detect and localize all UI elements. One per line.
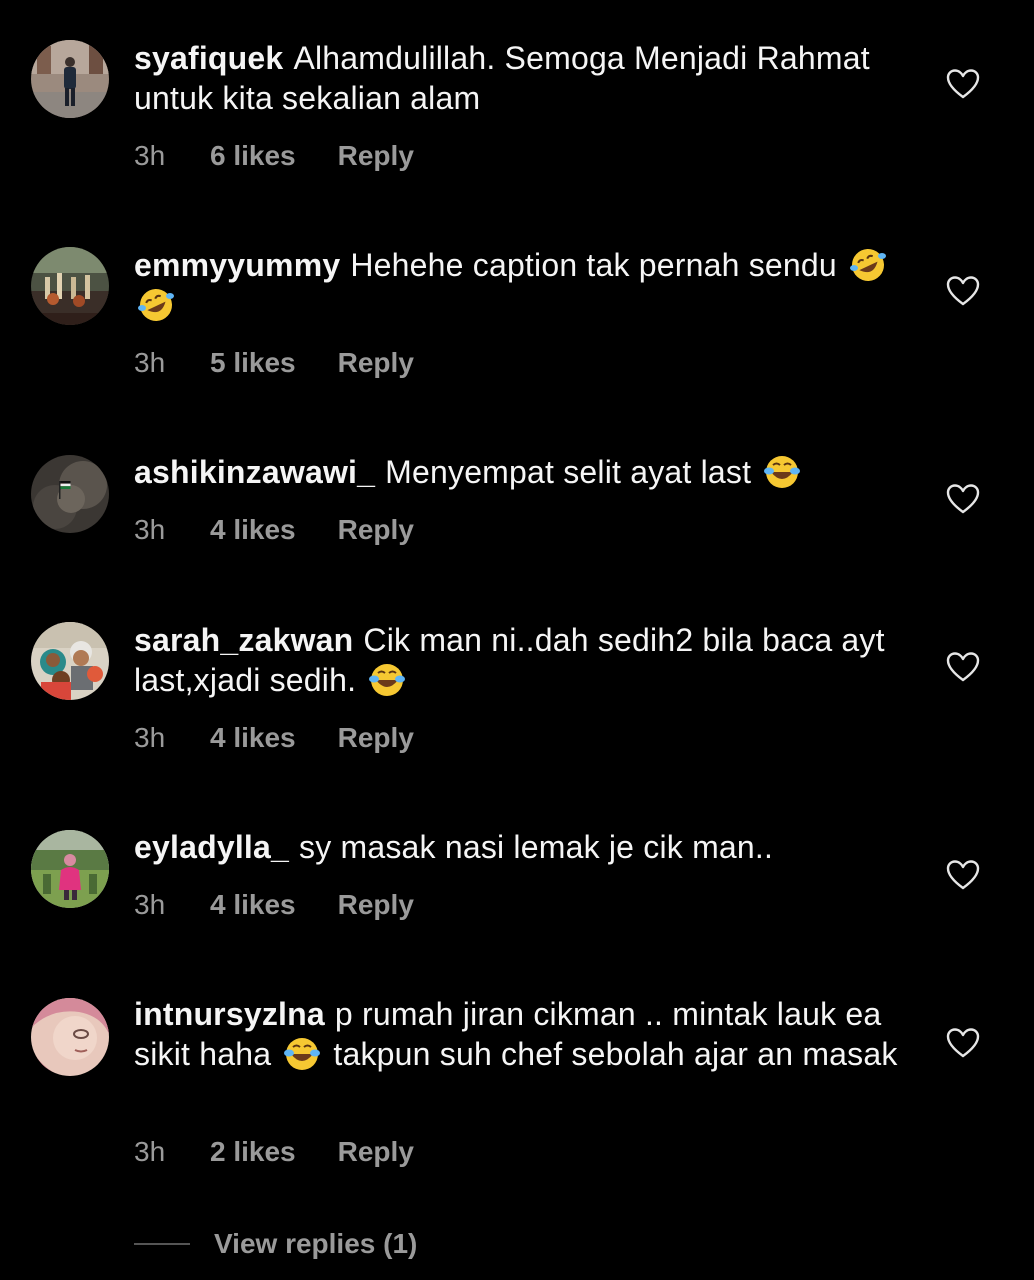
avatar[interactable] [31, 455, 109, 533]
comment-meta: 3h 6 likes Reply [134, 139, 414, 173]
view-replies-button[interactable]: View replies (1) [134, 1226, 417, 1262]
comment-text: sarah_zakwan Cik man ni..dah sedih2 bila … [134, 620, 904, 700]
comment-username[interactable]: intnursyzlna [134, 996, 325, 1032]
comment-meta: 3h 4 likes Reply [134, 888, 414, 922]
avatar[interactable] [31, 622, 109, 700]
comment-meta: 3h 4 likes Reply [134, 721, 414, 755]
comment-body: eyladylla_ sy masak nasi lemak je cik man… [134, 827, 904, 920]
reply-button[interactable]: Reply [338, 1135, 414, 1169]
view-replies-divider [134, 1243, 190, 1245]
comment-meta: 3h 2 likes Reply [134, 1135, 414, 1169]
comment-username[interactable]: ashikinzawawi_ [134, 454, 375, 490]
comment-username[interactable]: emmyyummy [134, 247, 340, 283]
joy-emoji [284, 1038, 321, 1070]
comment-text: ashikinzawawi_ Menyempat selit ayat last [134, 452, 904, 492]
comment-time: 3h [134, 1136, 166, 1167]
comment-body: intnursyzlna p rumah jiran cikman .. mint… [134, 994, 904, 1167]
comment-likes[interactable]: 6 likes [210, 139, 296, 173]
comment-text: emmyyummy Hehehe caption tak pernah sendu [134, 245, 904, 325]
heart-outline-icon[interactable] [946, 483, 980, 515]
comment-meta: 3h 4 likes Reply [134, 513, 414, 547]
rofl-emoji [850, 249, 887, 281]
comment-likes[interactable]: 4 likes [210, 513, 296, 547]
comment-time: 3h [134, 347, 166, 378]
comment-time: 3h [134, 889, 166, 920]
comment-time: 3h [134, 140, 166, 171]
comment-message: Menyempat selit ayat last [385, 454, 752, 490]
heart-outline-icon[interactable] [946, 1027, 980, 1059]
avatar[interactable] [31, 40, 109, 118]
comment-username[interactable]: syafiquek [134, 40, 283, 76]
comment-likes[interactable]: 4 likes [210, 888, 296, 922]
comment-time: 3h [134, 514, 166, 545]
reply-button[interactable]: Reply [338, 888, 414, 922]
comment-message: sy masak nasi lemak je cik man.. [299, 829, 774, 865]
comment-message: Hehehe caption tak pernah sendu [350, 247, 837, 283]
avatar[interactable] [31, 998, 109, 1076]
comment-username[interactable]: sarah_zakwan [134, 622, 353, 658]
avatar[interactable] [31, 247, 109, 325]
reply-button[interactable]: Reply [338, 139, 414, 173]
comment-body: sarah_zakwan Cik man ni..dah sedih2 bila … [134, 620, 904, 753]
reply-button[interactable]: Reply [338, 721, 414, 755]
comment-message-continued: takpun suh chef sebolah ajar an masak [333, 1036, 898, 1072]
reply-button[interactable]: Reply [338, 346, 414, 380]
comment-time: 3h [134, 722, 166, 753]
comment-body: emmyyummy Hehehe caption tak pernah sendu [134, 245, 904, 378]
comment-body: syafiquek Alhamdulillah. Semoga Menjadi R… [134, 38, 904, 171]
rofl-emoji [138, 289, 174, 321]
comment-likes[interactable]: 2 likes [210, 1135, 296, 1169]
comment-text: syafiquek Alhamdulillah. Semoga Menjadi R… [134, 38, 904, 118]
comment-body: ashikinzawawi_ Menyempat selit ayat last … [134, 452, 904, 545]
comment-meta: 3h 5 likes Reply [134, 346, 414, 380]
heart-outline-icon[interactable] [946, 275, 980, 307]
heart-outline-icon[interactable] [946, 859, 980, 891]
comment-text: eyladylla_ sy masak nasi lemak je cik man… [134, 827, 904, 867]
view-replies-label: View replies (1) [214, 1228, 418, 1259]
comment-likes[interactable]: 5 likes [210, 346, 296, 380]
reply-button[interactable]: Reply [338, 513, 414, 547]
joy-emoji [764, 456, 801, 488]
comment-text: intnursyzlna p rumah jiran cikman .. mint… [134, 994, 904, 1074]
comment-username[interactable]: eyladylla_ [134, 829, 289, 865]
joy-emoji [369, 664, 406, 696]
heart-outline-icon[interactable] [946, 651, 980, 683]
avatar[interactable] [31, 830, 109, 908]
heart-outline-icon[interactable] [946, 68, 980, 100]
comment-likes[interactable]: 4 likes [210, 721, 296, 755]
